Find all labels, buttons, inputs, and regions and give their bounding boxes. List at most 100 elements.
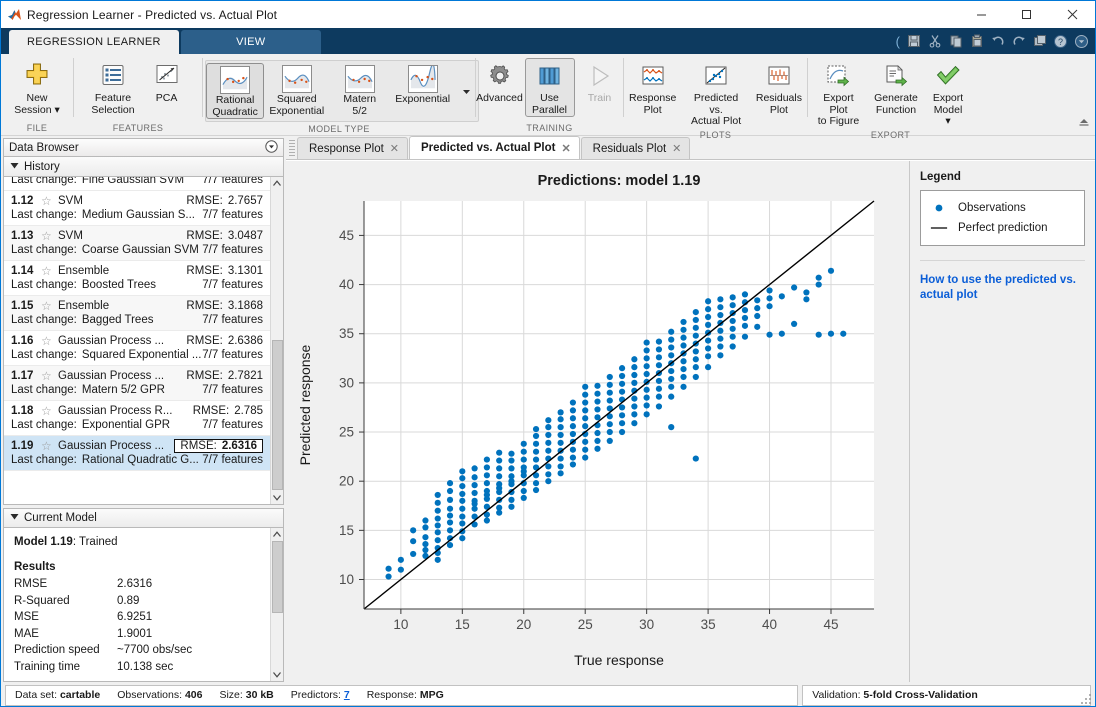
perfect-prediction-marker-icon — [930, 222, 948, 234]
favorite-star-icon[interactable]: ☆ — [41, 299, 58, 313]
feature-selection-button[interactable]: Feature Selection — [84, 58, 141, 116]
history-row-rmse: 2.6316 — [221, 440, 257, 452]
history-row-last-change-label: Last change: — [11, 384, 77, 396]
history-row-1-19[interactable]: 1.19 ☆ Gaussian Process ... RMSE: 2.6316… — [4, 436, 270, 471]
cut-icon[interactable] — [925, 32, 944, 51]
qat-dropdown-icon[interactable] — [1072, 32, 1091, 51]
panel-menu-icon[interactable] — [265, 139, 278, 156]
tab-bar-grip[interactable] — [289, 140, 295, 156]
scroll-up-icon[interactable] — [271, 528, 284, 541]
result-key: Prediction speed — [14, 644, 100, 656]
advanced-button[interactable]: Advanced — [475, 58, 525, 105]
layout-icon[interactable] — [1030, 32, 1049, 51]
current-model-container: Model 1.19: Trained Results RMSE 2.6316 … — [3, 528, 284, 682]
ribbon: New Session ▾ FILE Feature Selection PCA… — [1, 54, 1095, 140]
export-model-button[interactable]: Export Model ▾ — [923, 58, 973, 128]
generate-function-icon — [883, 61, 909, 91]
ribbon-group-training: Advanced Use Parallel Train TRAINING — [476, 54, 623, 135]
favorite-star-icon[interactable]: ☆ — [41, 229, 58, 243]
generate-function-button[interactable]: Generate Function — [869, 58, 923, 116]
model-rational-quadratic-button[interactable]: Rational Quadratic — [206, 63, 265, 119]
scroll-down-icon[interactable] — [271, 668, 284, 681]
close-tab-icon[interactable]: ✕ — [561, 142, 570, 155]
result-value: ~7700 obs/sec — [117, 644, 193, 656]
new-session-button[interactable]: New Session ▾ — [7, 58, 67, 116]
close-tab-icon[interactable]: ✕ — [390, 142, 399, 155]
legend-label: Observations — [958, 202, 1026, 214]
save-icon[interactable] — [904, 32, 923, 51]
favorite-star-icon[interactable]: ☆ — [41, 369, 58, 383]
history-scroll-thumb[interactable] — [271, 340, 283, 490]
history-list: Last change: Fine Gaussian SVM 7/7 featu… — [4, 177, 270, 504]
favorite-star-icon[interactable]: ☆ — [41, 404, 58, 418]
paste-icon[interactable] — [967, 32, 986, 51]
predicted-vs-actual-chart[interactable]: 10 15 20 25 30 35 40 45 10 15 20 25 30 35 40 45 Predicti… — [286, 161, 909, 682]
model-exponential-icon — [407, 63, 438, 93]
tab-label: Response Plot — [309, 142, 384, 155]
qat-left-divider: ( — [895, 33, 900, 49]
ribbon-tab-strip: REGRESSION LEARNER VIEW (? — [1, 28, 1095, 54]
history-row-name: Gaussian Process ... — [58, 370, 165, 382]
current-model-scroll-track[interactable] — [271, 541, 284, 668]
resize-grip[interactable] — [1081, 692, 1093, 704]
use-parallel-button[interactable]: Use Parallel — [524, 58, 575, 117]
export-plot-button[interactable]: Export Plot to Figure — [808, 58, 869, 128]
model-matern-button[interactable]: Matern 5/2 — [329, 63, 390, 119]
advanced-label: Advanced — [476, 92, 523, 104]
tab-response-plot[interactable]: Response Plot ✕ — [297, 137, 409, 159]
favorite-star-icon[interactable]: ☆ — [41, 439, 58, 453]
history-row-id: 1.19 — [11, 440, 34, 452]
favorite-star-icon[interactable]: ☆ — [41, 264, 58, 278]
results-header: Results — [14, 561, 56, 573]
collapse-ribbon-icon[interactable] — [1077, 115, 1091, 133]
tab-predicted-vs-actual-plot[interactable]: Predicted vs. Actual Plot ✕ — [409, 136, 580, 159]
current-model-scrollbar[interactable] — [270, 528, 283, 681]
maximize-button[interactable] — [1004, 1, 1049, 28]
export-plot-label: Export Plot to Figure — [817, 92, 860, 127]
legend-item-perfect-prediction: Perfect prediction — [930, 218, 1075, 238]
train-button[interactable]: Train — [575, 58, 625, 105]
history-section-header[interactable]: History — [3, 157, 284, 177]
history-scroll-track[interactable] — [271, 190, 284, 491]
help-icon[interactable]: ? — [1051, 32, 1070, 51]
current-model-section-header[interactable]: Current Model — [3, 508, 284, 528]
pca-button[interactable]: PCA — [142, 58, 192, 105]
history-row-1-17[interactable]: 1.17 ☆ Gaussian Process ... RMSE: 2.7821… — [4, 366, 270, 401]
redo-icon[interactable] — [1009, 32, 1028, 51]
response-plot-button[interactable]: Response Plot — [624, 58, 681, 116]
model-squared-exponential-button[interactable]: Squared Exponential — [264, 63, 329, 119]
current-model-scroll-thumb[interactable] — [271, 541, 283, 613]
predicted-vs-actual-plot-button[interactable]: Predicted vs. Actual Plot — [681, 58, 751, 128]
help-link[interactable]: How to use the predicted vs. actual plot — [920, 273, 1085, 303]
title-bar: Regression Learner - Predicted vs. Actua… — [1, 1, 1095, 28]
history-row-1-14[interactable]: 1.14 ☆ Ensemble RMSE: 3.1301 Last change… — [4, 261, 270, 296]
history-row-1-16[interactable]: 1.16 ☆ Gaussian Process ... RMSE: 2.6386… — [4, 331, 270, 366]
history-row-1-15[interactable]: 1.15 ☆ Ensemble RMSE: 3.1868 Last change… — [4, 296, 270, 331]
scroll-down-icon[interactable] — [271, 491, 284, 504]
ribbon-tab-regression-learner[interactable]: REGRESSION LEARNER — [9, 30, 179, 54]
copy-icon[interactable] — [946, 32, 965, 51]
data-browser-panel: Data Browser History Last change: Fine G… — [1, 136, 286, 682]
history-row-last-change: Coarse Gaussian SVM — [81, 244, 199, 256]
minimize-button[interactable] — [959, 1, 1004, 28]
model-exponential-button[interactable]: Exponential — [390, 63, 455, 119]
status-value-link[interactable]: 7 — [344, 689, 350, 701]
history-row-last-change-label: Last change: — [11, 279, 77, 291]
history-row-1-12[interactable]: 1.12 ☆ SVM RMSE: 2.7657 Last change: Med… — [4, 191, 270, 226]
plot-canvas: 10 15 20 25 30 35 40 45 10 15 20 25 30 35 40 45 Predicti… — [286, 160, 1095, 682]
residuals-plot-button[interactable]: Residuals Plot — [751, 58, 807, 116]
ribbon-tab-view[interactable]: VIEW — [180, 30, 321, 54]
svg-text:10: 10 — [393, 617, 408, 632]
history-row-features: 7/7 features — [202, 177, 263, 186]
favorite-star-icon[interactable]: ☆ — [41, 334, 58, 348]
close-button[interactable] — [1049, 1, 1095, 28]
history-row-1-18[interactable]: 1.18 ☆ Gaussian Process R... RMSE: 2.785… — [4, 401, 270, 436]
favorite-star-icon[interactable]: ☆ — [41, 194, 58, 208]
scroll-up-icon[interactable] — [271, 177, 284, 190]
history-row-clipped[interactable]: Last change: Fine Gaussian SVM 7/7 featu… — [4, 177, 270, 191]
undo-icon[interactable] — [988, 32, 1007, 51]
close-tab-icon[interactable]: ✕ — [672, 142, 681, 155]
history-row-rmse-label: RMSE: — [186, 230, 223, 242]
history-scrollbar[interactable] — [270, 177, 283, 504]
history-row-1-13[interactable]: 1.13 ☆ SVM RMSE: 3.0487 Last change: Coa… — [4, 226, 270, 261]
